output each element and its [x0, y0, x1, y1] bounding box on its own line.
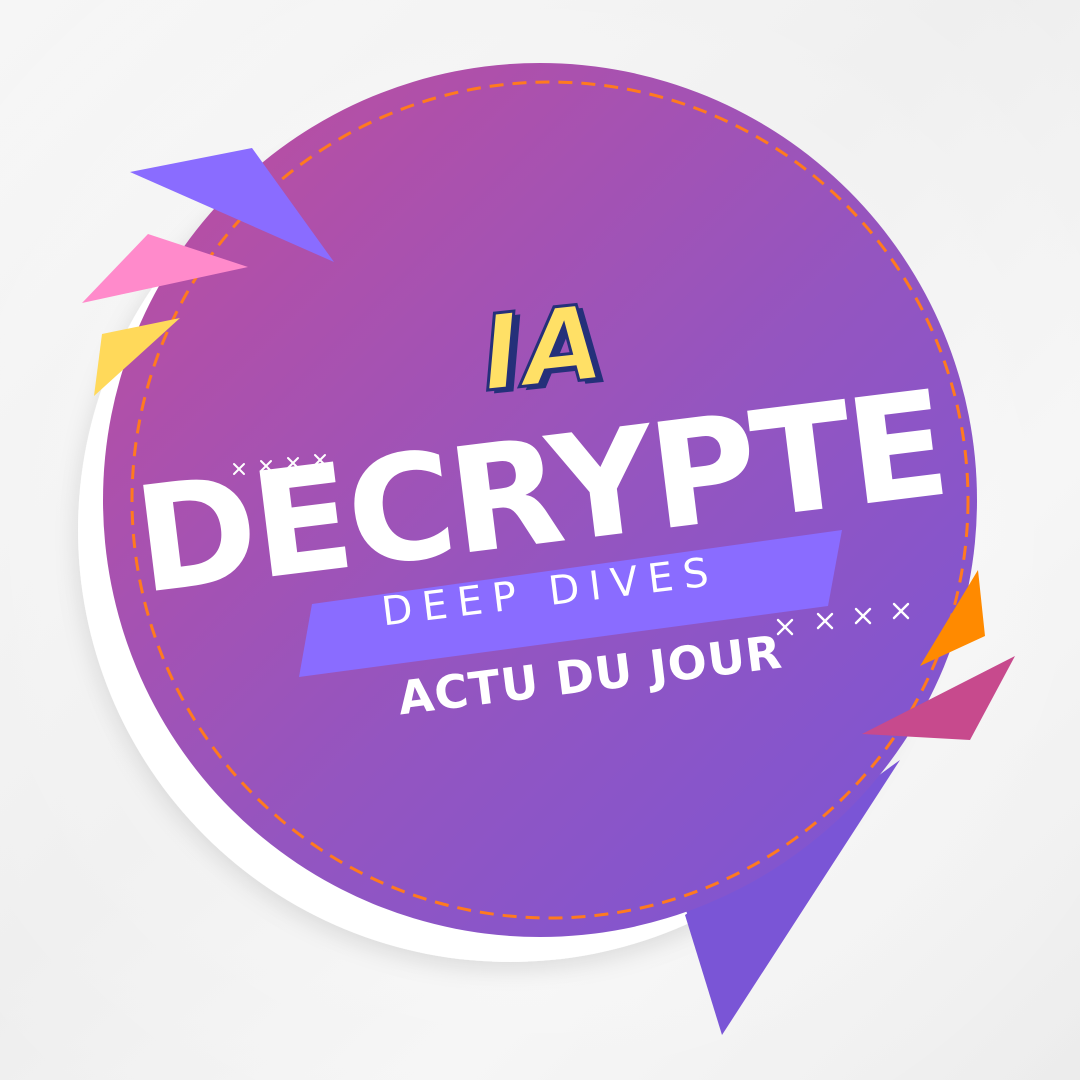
logo-graphic — [0, 0, 1080, 1080]
